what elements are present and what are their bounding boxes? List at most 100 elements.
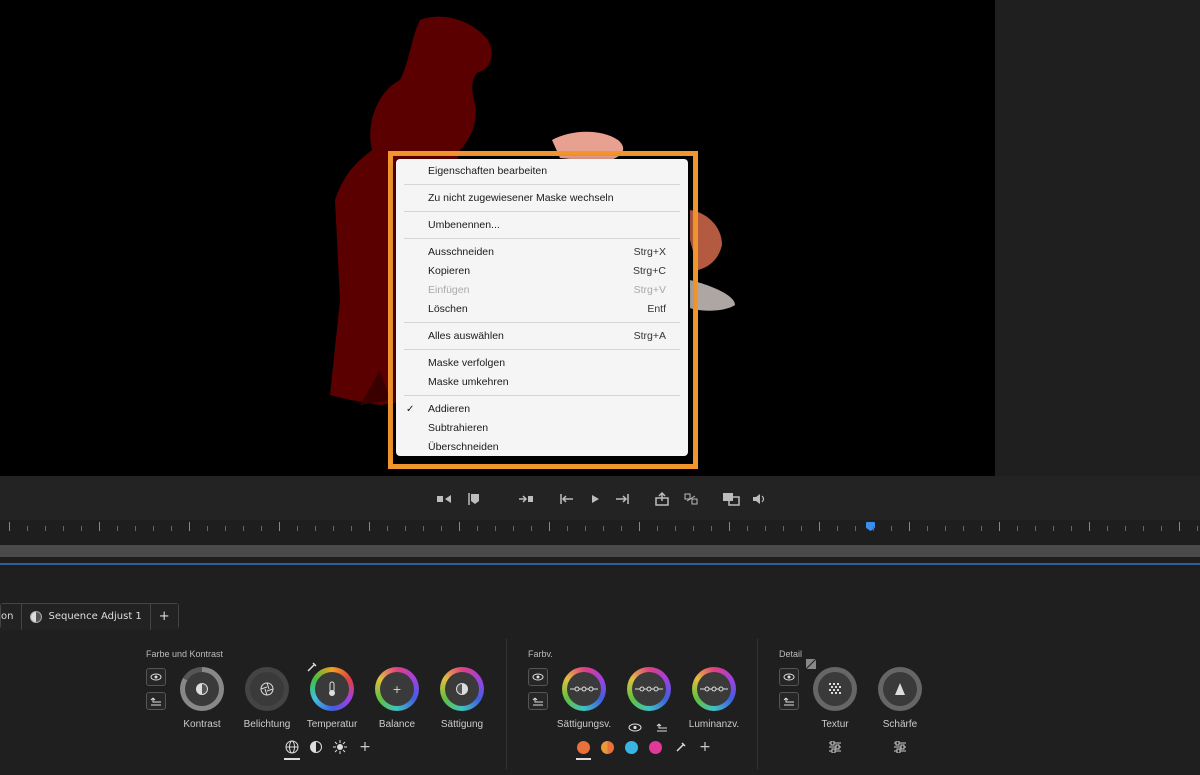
schaerfe-settings-icon[interactable] (892, 739, 908, 755)
menu-separator (404, 211, 680, 212)
ruler-tick (747, 526, 748, 531)
volume-icon[interactable] (750, 491, 768, 507)
ruler-tick (63, 526, 64, 531)
menu-item-subtrahieren[interactable]: Subtrahieren (396, 419, 688, 438)
section-title-detail: Detail (779, 649, 803, 659)
menu-item-alles-auswaehlen[interactable]: Alles auswählen Strg+A (396, 327, 688, 346)
step-forward-icon[interactable] (613, 491, 631, 507)
menu-item-ueberschneiden[interactable]: Überschneiden (396, 438, 688, 457)
eyedropper-icon[interactable] (673, 739, 689, 755)
saettigung-dial[interactable] (440, 667, 484, 711)
belichtung-dial[interactable] (245, 667, 289, 711)
color-swatch-cyan[interactable] (625, 741, 638, 754)
color-swatch-orange[interactable] (577, 741, 590, 754)
eye-toggle-button[interactable] (779, 668, 799, 686)
ruler-tick (585, 526, 586, 531)
lift-icon[interactable] (653, 491, 671, 507)
menu-item-shortcut: Strg+A (633, 330, 666, 342)
menu-separator (404, 349, 680, 350)
ruler-tick (981, 526, 982, 531)
tab-label: Sequence Adjust 1 (48, 611, 142, 622)
menu-item-shortcut: Strg+C (633, 265, 666, 277)
menu-item-label: Kopieren (428, 265, 471, 277)
color-swatch-magenta[interactable] (649, 741, 662, 754)
menu-item-maske-umkehren[interactable]: Maske umkehren (396, 373, 688, 392)
balance-plus-icon: + (380, 672, 414, 706)
ruler-tick (657, 526, 658, 531)
ruler-tick (603, 526, 604, 531)
reset-button[interactable] (146, 692, 166, 710)
temperatur-dial[interactable] (310, 667, 354, 711)
menu-item-zu-nicht-zugewiesener-maske[interactable]: Zu nicht zugewiesener Maske wechseln (396, 189, 688, 208)
tab-label: on (1, 611, 14, 622)
ruler-tick (1089, 522, 1090, 531)
menu-item-loeschen[interactable]: Löschen Entf (396, 300, 688, 319)
tab-group: on Sequence Adjust 1 + (0, 603, 179, 630)
step-back-icon[interactable] (558, 491, 576, 507)
textur-settings-icon[interactable] (827, 739, 843, 755)
menu-item-label: Maske verfolgen (428, 357, 506, 369)
ruler-tick (909, 522, 910, 531)
active-swatch-underline (576, 758, 591, 760)
menu-item-kopieren[interactable]: Kopieren Strg+C (396, 262, 688, 281)
add-color-button[interactable]: + (697, 739, 713, 755)
timeline-ruler[interactable] (0, 520, 1200, 544)
eye-toggle-button[interactable] (528, 668, 548, 686)
color-swatch-half-orange[interactable] (601, 741, 614, 754)
app-window: Eigenschaften bearbeiten Zu nicht zugewi… (0, 0, 1200, 775)
menu-separator (404, 395, 680, 396)
add-adjustment-button[interactable]: + (357, 739, 373, 755)
extract-icon[interactable] (682, 491, 700, 507)
ruler-tick (1035, 526, 1036, 531)
sun-icon[interactable] (332, 739, 348, 755)
ruler-tick (1197, 526, 1198, 531)
curve-points-icon (632, 672, 666, 706)
reset-button[interactable] (528, 692, 548, 710)
reset-icon[interactable] (654, 719, 670, 735)
compare-view-icon[interactable] (722, 491, 740, 507)
saettigungsv-dial[interactable] (562, 667, 606, 711)
farbv-middle-dial[interactable] (627, 667, 671, 711)
menu-item-shortcut: Entf (647, 303, 666, 315)
ruler-tick (1161, 526, 1162, 531)
contrast-mode-icon[interactable] (308, 739, 324, 755)
luminanzv-dial[interactable] (692, 667, 736, 711)
mark-in-icon[interactable] (435, 491, 453, 507)
menu-item-label: Löschen (428, 303, 468, 315)
ruler-tick (333, 526, 334, 531)
timeline-track[interactable] (0, 545, 1200, 557)
curve-points-icon (567, 672, 601, 706)
ruler-tick (1053, 526, 1054, 531)
add-tab-button[interactable]: + (150, 604, 178, 630)
ruler-tick (531, 526, 532, 531)
ruler-tick (351, 526, 352, 531)
menu-item-umbenennen[interactable]: Umbenennen... (396, 216, 688, 235)
eye-toggle-button[interactable] (146, 668, 166, 686)
menu-item-addieren[interactable]: ✓ Addieren (396, 400, 688, 419)
kontrast-dial[interactable] (180, 667, 224, 711)
tab-sequence-adjust-1[interactable]: Sequence Adjust 1 (22, 604, 151, 630)
schaerfe-dial[interactable] (878, 667, 922, 711)
reset-button[interactable] (779, 692, 799, 710)
menu-item-ausschneiden[interactable]: Ausschneiden Strg+X (396, 243, 688, 262)
menu-item-eigenschaften-bearbeiten[interactable]: Eigenschaften bearbeiten (396, 162, 688, 181)
menu-item-label: Zu nicht zugewiesener Maske wechseln (428, 192, 614, 204)
tab-partial[interactable]: on (1, 604, 23, 630)
play-icon[interactable] (586, 491, 604, 507)
globe-icon[interactable] (284, 739, 300, 755)
eye-icon[interactable] (627, 719, 643, 735)
ruler-tick (801, 526, 802, 531)
mark-out-icon[interactable] (465, 491, 483, 507)
ruler-tick (225, 526, 226, 531)
go-to-in-icon[interactable] (517, 491, 535, 507)
menu-item-maske-verfolgen[interactable]: Maske verfolgen (396, 354, 688, 373)
detail-grid-icon (806, 659, 816, 669)
ruler-tick (207, 526, 208, 531)
ruler-tick (45, 526, 46, 531)
curve-points-icon (697, 672, 731, 706)
right-panel (995, 0, 1200, 476)
textur-dial[interactable] (813, 667, 857, 711)
texture-icon (818, 672, 852, 706)
balance-dial[interactable]: + (375, 667, 419, 711)
ruler-tick (1179, 522, 1180, 531)
